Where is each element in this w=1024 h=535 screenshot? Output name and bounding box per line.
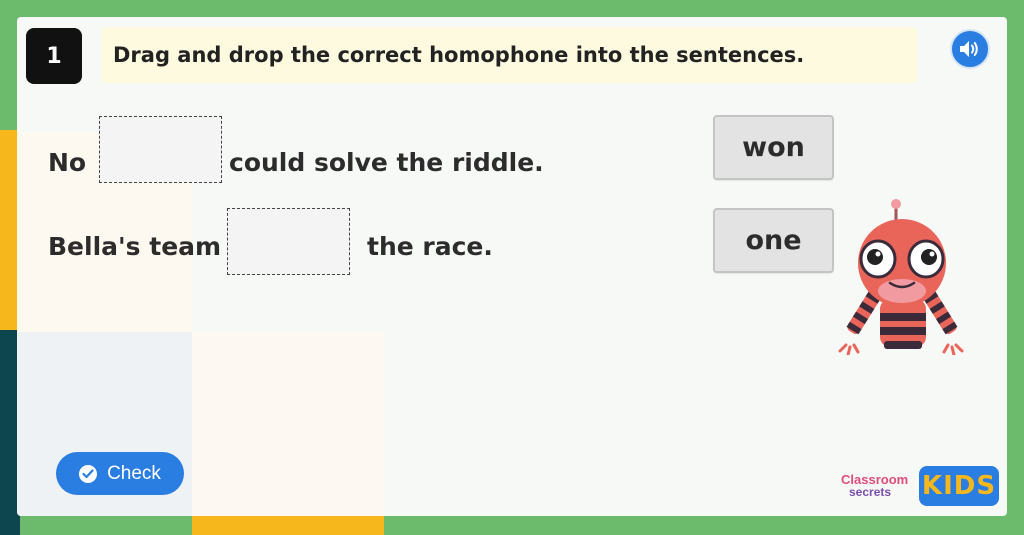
- sentence-2-start: Bella's team: [48, 232, 222, 261]
- robot-mascot-image: [838, 199, 964, 355]
- instruction-text: Drag and drop the correct homophone into…: [113, 43, 805, 67]
- drop-zone-1[interactable]: [99, 116, 222, 183]
- check-button[interactable]: Check: [56, 452, 184, 495]
- instruction-banner: Drag and drop the correct homophone into…: [101, 27, 917, 83]
- word-tile-won[interactable]: won: [713, 115, 834, 180]
- speaker-icon: [960, 41, 978, 57]
- logo-line-2: secrets: [849, 485, 892, 499]
- logo-kids-text: KIDS: [921, 471, 997, 501]
- activity-card: 1 Drag and drop the correct homophone in…: [17, 17, 1007, 516]
- classroom-secrets-kids-logo: Classroom secrets KIDS: [841, 466, 1001, 506]
- sentence-1-start: No: [48, 148, 87, 177]
- check-circle-icon: [79, 464, 98, 483]
- word-tile-one[interactable]: one: [713, 208, 834, 273]
- question-number: 1: [26, 28, 82, 84]
- sentence-2-end: the race.: [367, 232, 493, 261]
- audio-button[interactable]: [950, 29, 990, 69]
- sentence-1-end: could solve the riddle.: [229, 148, 544, 177]
- background-panel: [192, 332, 384, 516]
- logo-kids-badge: KIDS: [919, 466, 999, 506]
- background-yellow-bottom-strip: [192, 515, 384, 535]
- drop-zone-2[interactable]: [227, 208, 350, 275]
- check-button-label: Check: [107, 462, 161, 484]
